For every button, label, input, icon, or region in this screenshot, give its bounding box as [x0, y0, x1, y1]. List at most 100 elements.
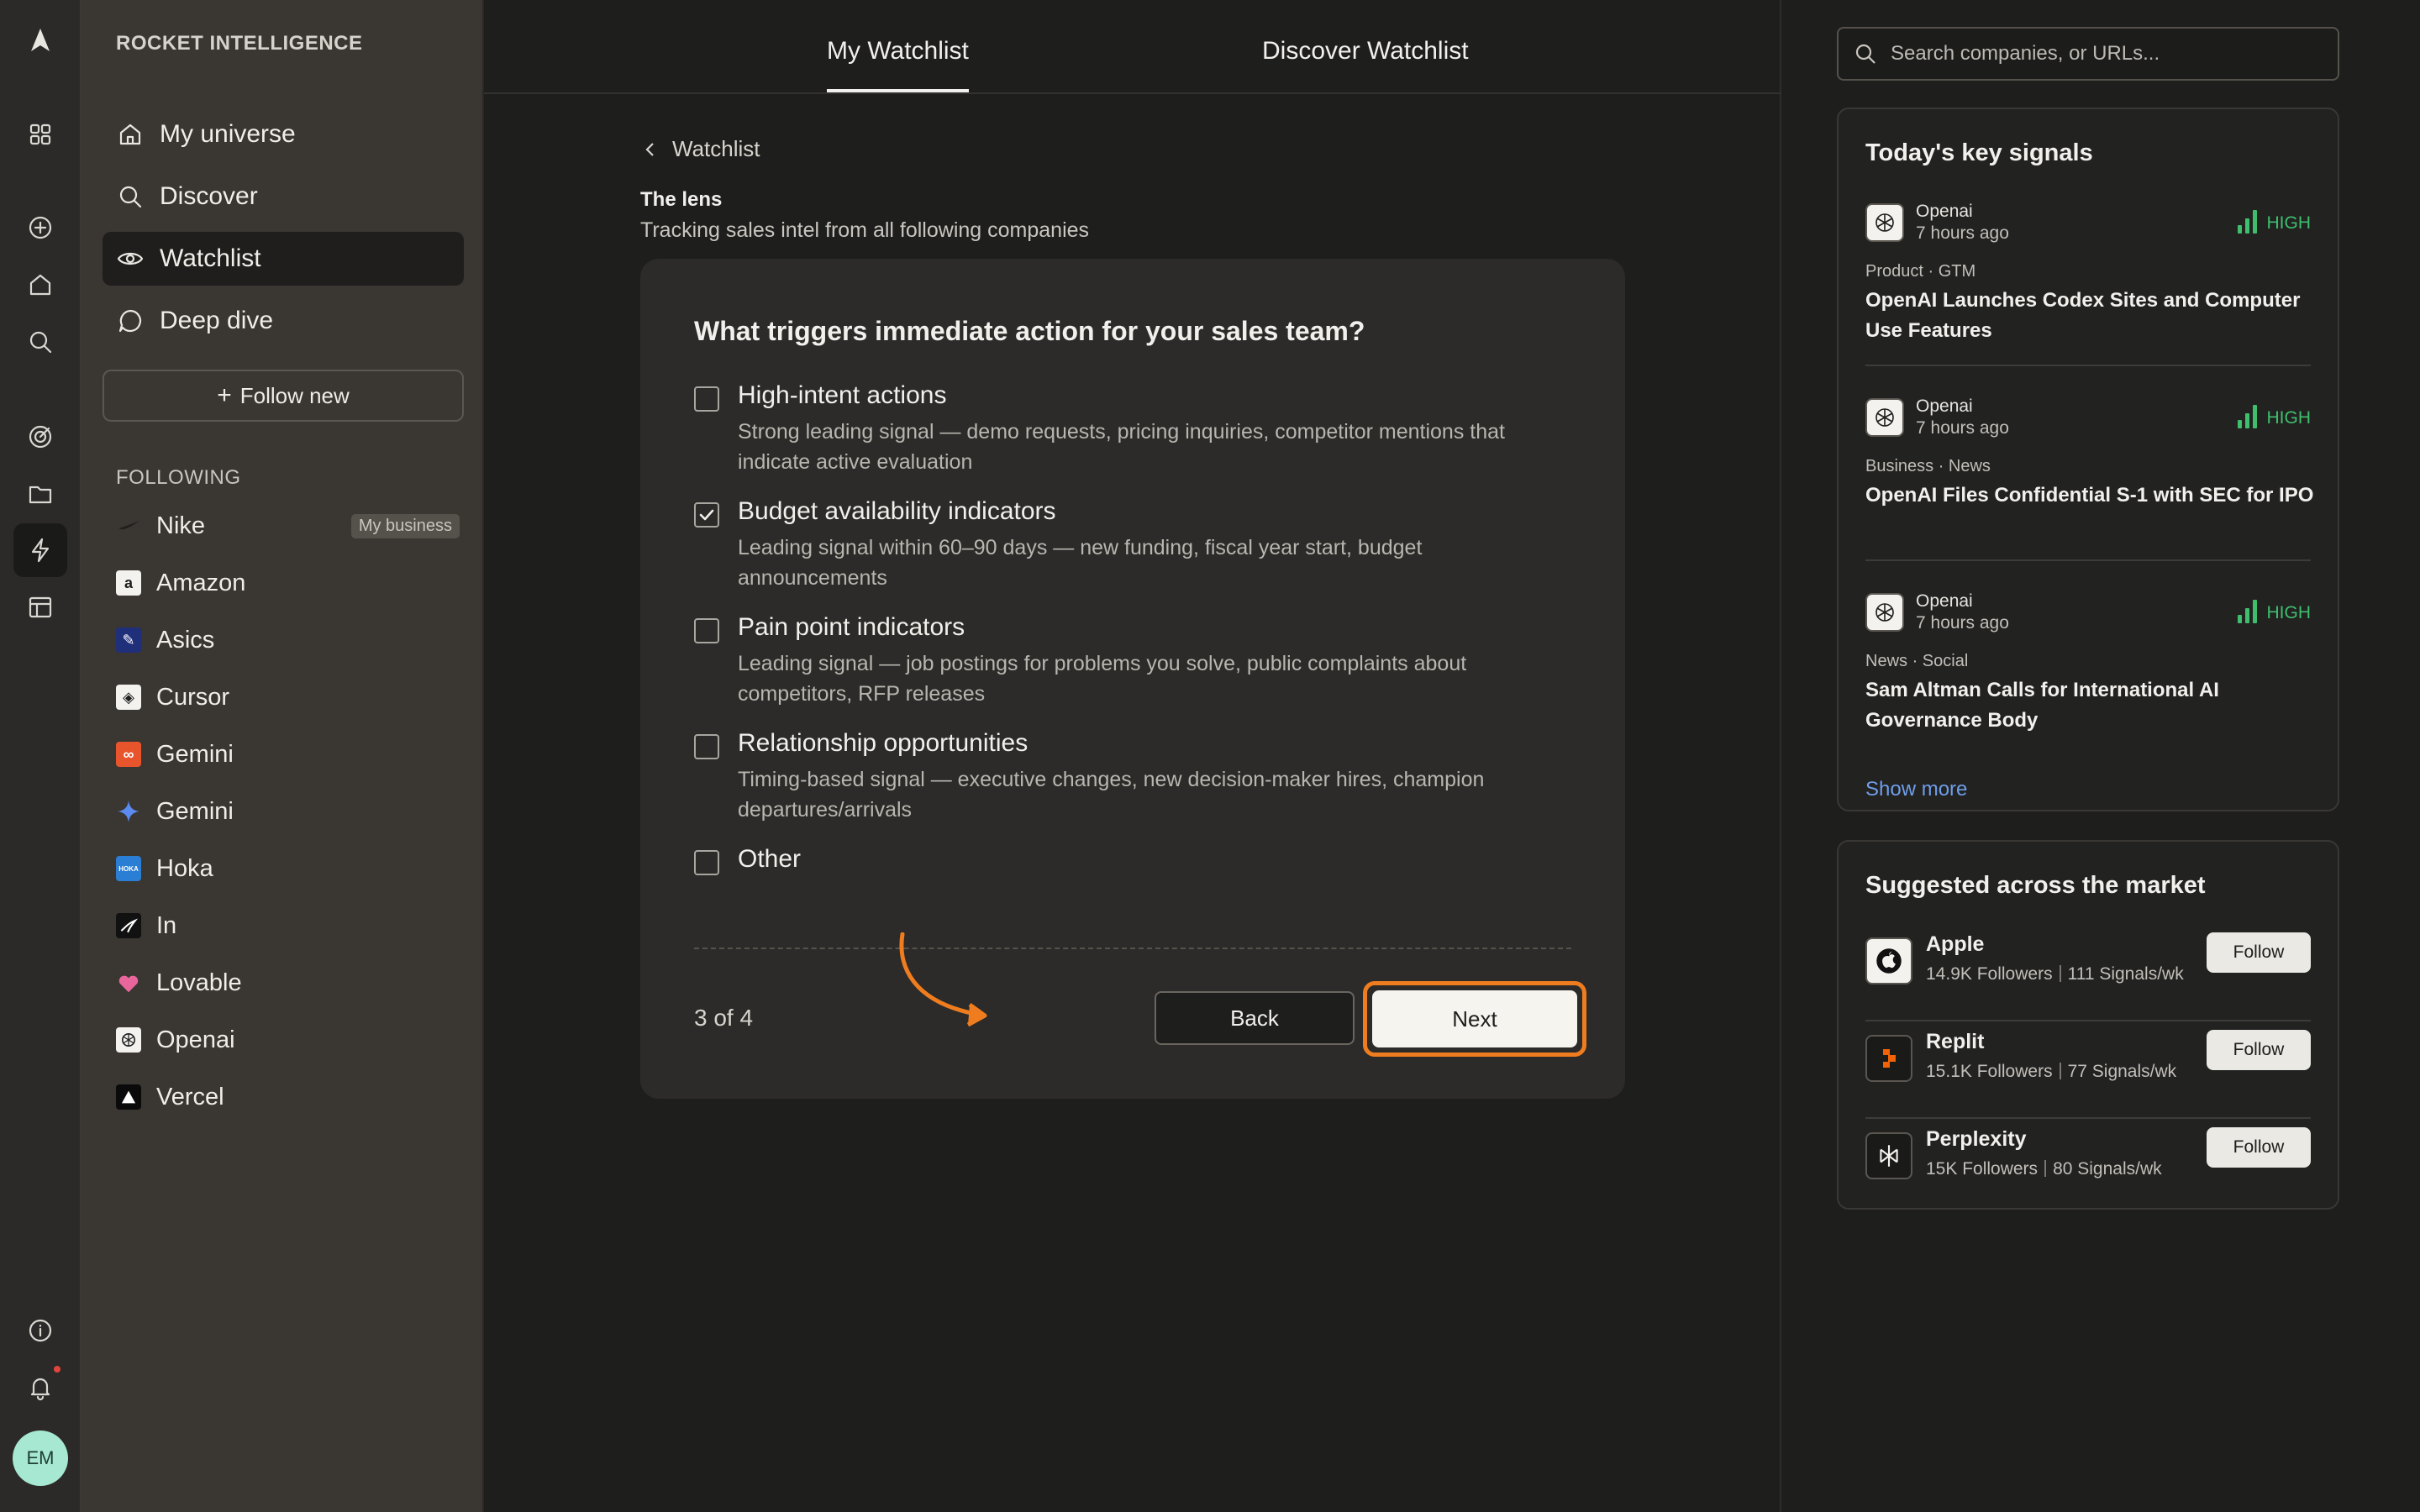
add-circle-icon[interactable]: [13, 201, 67, 255]
option-description: Timing-based signal — executive changes,…: [738, 768, 1485, 822]
option-title: Relationship opportunities: [738, 729, 1028, 757]
signal-headline: OpenAI Launches Codex Sites and Computer…: [1865, 289, 2301, 342]
nav-label: Deep dive: [160, 307, 274, 334]
folder-icon[interactable]: [13, 467, 67, 521]
rocket-logo-icon[interactable]: [13, 13, 67, 67]
follow-button[interactable]: Follow: [2207, 932, 2311, 973]
divider: [1865, 1020, 2311, 1021]
nike-logo-icon: [116, 513, 141, 538]
breadcrumb[interactable]: Watchlist: [640, 136, 760, 162]
gemini-orange-logo-icon: ∞: [116, 742, 141, 767]
tab-discover-watchlist[interactable]: Discover Watchlist: [1262, 37, 1469, 66]
chevron-left-icon: [645, 142, 654, 156]
signal-level-label: HIGH: [2266, 213, 2312, 233]
checkbox-checked[interactable]: [694, 502, 719, 528]
asics-logo-icon: ✎: [116, 627, 141, 653]
company-item-openai[interactable]: Openai: [116, 1021, 452, 1058]
signal-source: Openai: [1916, 202, 1973, 221]
right-panel: Today's key signals Openai 7 hours ago H…: [1781, 0, 2420, 1512]
signal-headline: Sam Altman Calls for International AI Go…: [1865, 679, 2219, 732]
signal-strength-icon: [2237, 600, 2260, 623]
target-icon[interactable]: [13, 410, 67, 464]
next-button[interactable]: Next: [1372, 990, 1577, 1047]
grid-icon[interactable]: [13, 108, 67, 161]
follow-button[interactable]: Follow: [2207, 1127, 2311, 1168]
divider: [1865, 365, 2311, 366]
info-icon[interactable]: [13, 1304, 67, 1357]
key-signals-panel: Today's key signals Openai 7 hours ago H…: [1837, 108, 2339, 811]
checkbox[interactable]: [694, 386, 719, 412]
company-item-in[interactable]: In: [116, 907, 452, 944]
company-name: Amazon: [156, 569, 246, 596]
following-heading: FOLLOWING: [116, 466, 241, 489]
back-button[interactable]: Back: [1155, 991, 1355, 1045]
sidebar: ROCKET INTELLIGENCE My universe Discover…: [82, 0, 484, 1512]
layout-icon[interactable]: [13, 580, 67, 634]
company-item-vercel[interactable]: Vercel: [116, 1079, 452, 1116]
option-title: Budget availability indicators: [738, 497, 1056, 525]
checkbox[interactable]: [694, 850, 719, 875]
openai-logo-icon: [1865, 593, 1904, 632]
company-stats: 14.9K Followers 111 Signals/wk: [1926, 964, 2184, 984]
cursor-logo-icon: ◈: [116, 685, 141, 710]
signal-item[interactable]: Openai 7 hours ago HIGH News · Social Sa…: [1865, 591, 2311, 761]
checkbox[interactable]: [694, 618, 719, 643]
company-item-gemini-2[interactable]: Gemini: [116, 793, 452, 830]
signal-source: Openai: [1916, 591, 1973, 611]
nav-item-discover[interactable]: Discover: [103, 170, 464, 223]
home-icon: [119, 123, 141, 145]
checkbox[interactable]: [694, 734, 719, 759]
company-item-amazon[interactable]: a Amazon: [116, 564, 452, 601]
my-business-badge: My business: [350, 513, 460, 538]
signal-item[interactable]: Openai 7 hours ago HIGH Product · GTM Op…: [1865, 202, 2312, 371]
divider: [1865, 559, 2311, 561]
apple-logo-icon: [1865, 937, 1912, 984]
company-name: Asics: [156, 626, 215, 654]
show-more-link[interactable]: Show more: [1865, 778, 1967, 801]
chat-bubble-icon: [118, 309, 142, 333]
nav-item-my-universe[interactable]: My universe: [103, 108, 464, 161]
follow-button[interactable]: Follow: [2207, 1030, 2311, 1070]
eye-icon: [117, 252, 144, 265]
option-title: Other: [738, 845, 802, 873]
follow-new-button[interactable]: + Follow new: [103, 370, 464, 422]
signal-category: Product · GTM: [1865, 262, 1976, 281]
tab-my-watchlist[interactable]: My Watchlist: [827, 37, 969, 92]
company-item-nike[interactable]: Nike My business: [116, 507, 460, 544]
home-icon[interactable]: [13, 258, 67, 312]
company-item-hoka[interactable]: HOKA Hoka: [116, 850, 452, 887]
nav-item-watchlist[interactable]: Watchlist: [103, 232, 464, 286]
company-item-gemini-1[interactable]: ∞ Gemini: [116, 736, 452, 773]
avatar[interactable]: EM: [13, 1431, 68, 1486]
openai-logo-icon: [1865, 203, 1904, 242]
company-name: Nike: [156, 512, 206, 539]
suggested-title: Suggested across the market: [1865, 872, 2206, 899]
signal-headline: OpenAI Files Confidential S-1 with SEC f…: [1865, 484, 2314, 507]
company-item-cursor[interactable]: ◈ Cursor: [116, 679, 452, 716]
lovable-heart-icon: [116, 970, 141, 995]
follow-new-label: Follow new: [239, 382, 350, 408]
option-description: Leading signal within 60–90 days — new f…: [738, 536, 1423, 590]
openai-logo-icon: [1865, 398, 1904, 437]
search-box[interactable]: [1837, 27, 2339, 81]
option-title: Pain point indicators: [738, 613, 965, 641]
signal-item[interactable]: Openai 7 hours ago HIGH Business · News …: [1865, 396, 2313, 566]
nav-item-deep-dive[interactable]: Deep dive: [103, 294, 464, 348]
question-card: What triggers immediate action for your …: [640, 259, 1625, 1099]
check-icon: [699, 509, 714, 521]
signal-category: News · Social: [1865, 652, 1969, 670]
replit-logo-icon: [1865, 1035, 1912, 1082]
company-name: Apple: [1926, 932, 1985, 956]
hoka-logo-icon: HOKA: [116, 856, 141, 881]
search-input[interactable]: [1891, 42, 2328, 66]
company-name: Vercel: [156, 1083, 224, 1110]
company-item-asics[interactable]: ✎ Asics: [116, 622, 452, 659]
search-icon[interactable]: [13, 315, 67, 369]
nav-label: Watchlist: [160, 244, 261, 272]
company-item-lovable[interactable]: Lovable: [116, 964, 452, 1001]
company-name: Hoka: [156, 854, 213, 882]
option-description: Leading signal — job postings for proble…: [738, 652, 1467, 706]
main-content: My Watchlist Discover Watchlist Watchlis…: [484, 0, 1781, 1512]
perplexity-logo-icon: [1865, 1132, 1912, 1179]
lightning-icon[interactable]: [13, 523, 67, 577]
